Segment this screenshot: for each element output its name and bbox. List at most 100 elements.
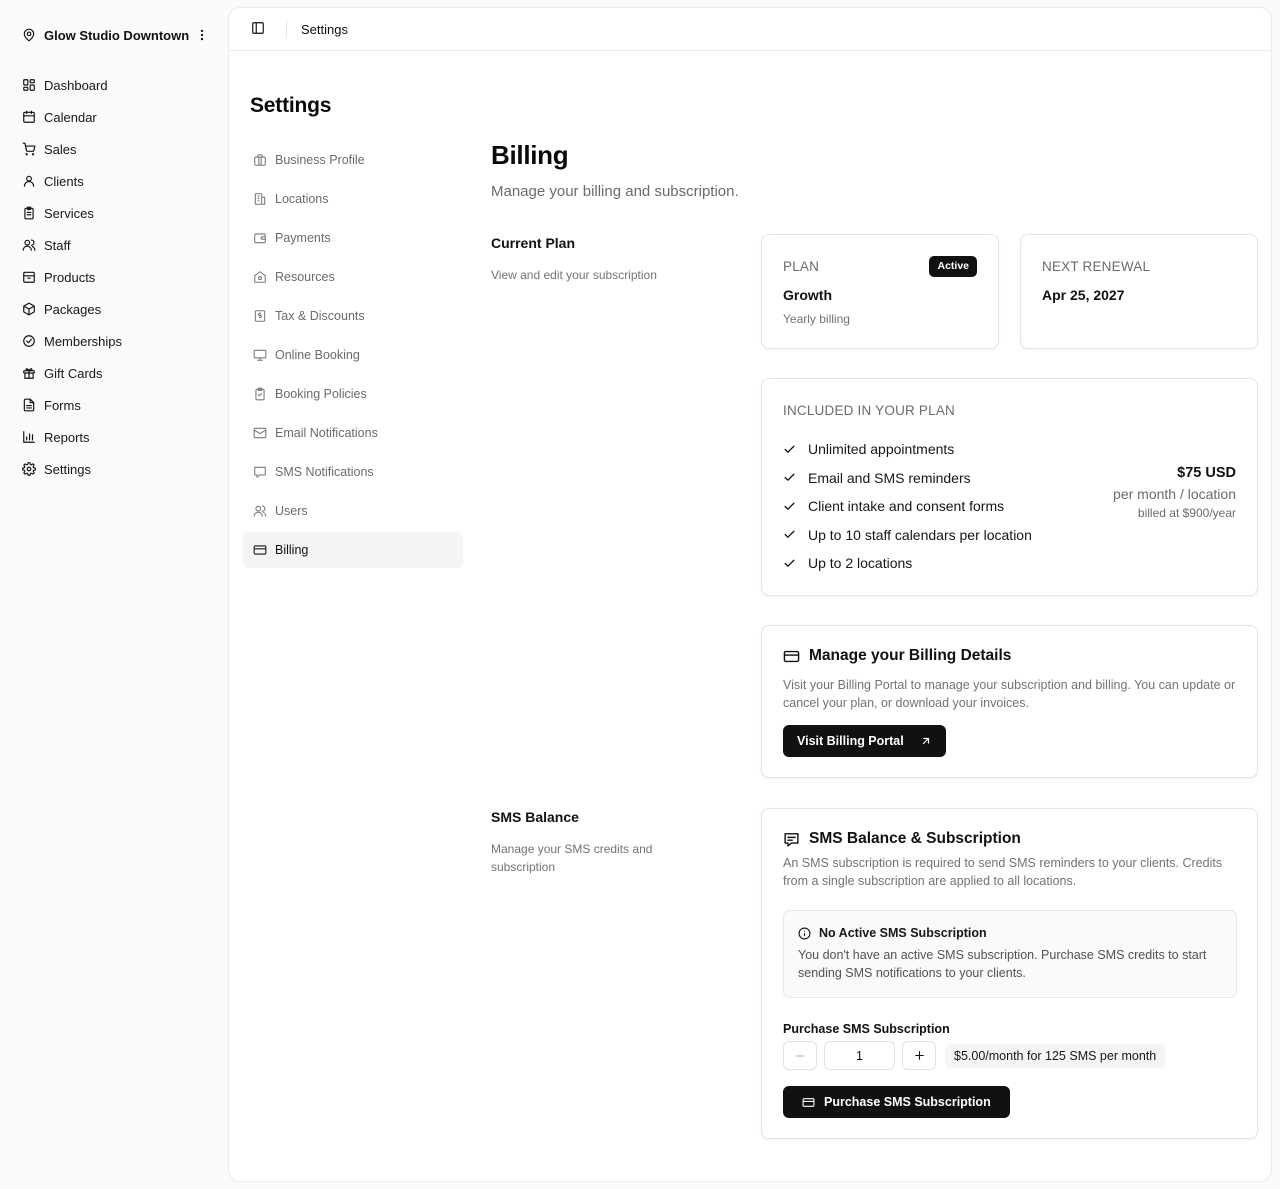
feature-item: Client intake and consent forms xyxy=(783,492,1032,521)
feature-item: Email and SMS reminders xyxy=(783,464,1032,493)
nav-item-clients[interactable]: Clients xyxy=(12,165,216,197)
plan-caption: PLAN xyxy=(783,259,820,274)
included-card: INCLUDED IN YOUR PLAN Unlimited appointm… xyxy=(761,378,1258,596)
purchase-sms-button[interactable]: Purchase SMS Subscription xyxy=(783,1086,1010,1118)
settings-item-label: Online Booking xyxy=(275,348,360,362)
check-icon xyxy=(784,473,795,482)
nav-item-label: Reports xyxy=(44,429,90,445)
divider xyxy=(286,21,287,37)
map-pin-icon xyxy=(23,28,35,42)
settings-item-tax-discounts[interactable]: Tax & Discounts xyxy=(243,298,463,334)
gift-icon xyxy=(23,368,35,379)
sms-rate-badge: $5.00/month for 125 SMS per month xyxy=(945,1043,1166,1068)
nav-item-label: Clients xyxy=(44,173,84,189)
sidebar-toggle-icon[interactable] xyxy=(251,21,267,37)
building-icon xyxy=(254,193,266,205)
settings-item-business-profile[interactable]: Business Profile xyxy=(243,142,463,178)
settings-item-label: Booking Policies xyxy=(275,387,367,401)
billing-portal-header: Manage your Billing Details xyxy=(783,647,1011,665)
renewal-date: Apr 25, 2027 xyxy=(1042,287,1125,303)
notice-header: No Active SMS Subscription xyxy=(798,926,1222,940)
notice-desc: You don't have an active SMS subscriptio… xyxy=(798,948,1207,980)
nav-item-memberships[interactable]: Memberships xyxy=(12,325,216,357)
wallet-icon xyxy=(254,233,266,244)
nav-item-packages[interactable]: Packages xyxy=(12,293,216,325)
breadcrumb: Settings xyxy=(301,21,348,37)
plus-icon xyxy=(914,1051,924,1060)
nav-item-calendar[interactable]: Calendar xyxy=(12,101,216,133)
users-icon xyxy=(253,505,267,517)
user-icon xyxy=(23,175,35,187)
nav-item-products[interactable]: Products xyxy=(12,261,216,293)
nav-item-gift-cards[interactable]: Gift Cards xyxy=(12,357,216,389)
file-text-icon xyxy=(23,398,35,412)
package-icon xyxy=(23,302,35,316)
feature-item: Unlimited appointments xyxy=(783,435,1032,464)
renewal-caption: NEXT RENEWAL xyxy=(1042,259,1151,274)
settings-item-sms-notifications[interactable]: SMS Notifications xyxy=(243,454,463,490)
info-icon xyxy=(798,927,811,939)
nav-item-dashboard[interactable]: Dashboard xyxy=(12,69,216,101)
app-sidebar: Glow Studio Downtown Dashboard Calendar … xyxy=(0,0,228,1189)
settings-item-label: Users xyxy=(275,504,308,518)
renewal-card: NEXT RENEWAL Apr 25, 2027 xyxy=(1020,234,1258,349)
settings-item-label: Payments xyxy=(275,231,331,245)
sms-card-header: SMS Balance & Subscription xyxy=(783,830,1021,848)
sms-card-desc: An SMS subscription is required to send … xyxy=(783,856,1223,888)
main-nav: Dashboard Calendar Sales Clients Service… xyxy=(12,69,216,485)
price-billed: billed at $900/year xyxy=(1137,506,1236,520)
quantity-stepper: $5.00/month for 125 SMS per month xyxy=(783,1041,1166,1070)
check-icon xyxy=(784,445,795,453)
settings-item-billing[interactable]: Billing xyxy=(243,532,463,568)
mail-icon xyxy=(253,427,267,439)
feature-label: Client intake and consent forms xyxy=(808,498,1005,515)
check-icon xyxy=(784,559,795,567)
topbar: Settings xyxy=(229,8,1271,51)
feature-label: Up to 10 staff calendars per location xyxy=(808,526,1032,543)
archive-icon xyxy=(23,271,35,283)
nav-item-reports[interactable]: Reports xyxy=(12,421,216,453)
page-title: Billing xyxy=(491,140,569,170)
nav-item-forms[interactable]: Forms xyxy=(12,389,216,421)
nav-item-label: Dashboard xyxy=(44,77,108,93)
arrow-up-right-icon xyxy=(922,737,929,745)
receipt-icon xyxy=(254,310,266,322)
settings-item-booking-policies[interactable]: Booking Policies xyxy=(243,376,463,412)
feature-label: Up to 2 locations xyxy=(808,555,913,572)
settings-item-resources[interactable]: Resources xyxy=(243,259,463,295)
nav-item-services[interactable]: Services xyxy=(12,197,216,229)
clipboard-icon xyxy=(24,206,34,220)
nav-item-sales[interactable]: Sales xyxy=(12,133,216,165)
settings-item-online-booking[interactable]: Online Booking xyxy=(243,337,463,373)
visit-billing-portal-button[interactable]: Visit Billing Portal xyxy=(783,725,946,757)
settings-item-label: Business Profile xyxy=(275,153,365,167)
nav-item-label: Products xyxy=(44,269,96,285)
location-switcher[interactable]: Glow Studio Downtown xyxy=(12,22,216,48)
notice-title: No Active SMS Subscription xyxy=(819,926,987,940)
included-caption: INCLUDED IN YOUR PLAN xyxy=(783,403,955,418)
nav-item-settings[interactable]: Settings xyxy=(12,453,216,485)
current-plan-title: Current Plan xyxy=(491,235,576,251)
quantity-input[interactable] xyxy=(824,1041,895,1070)
dashboard-icon xyxy=(23,79,35,91)
settings-item-email-notifications[interactable]: Email Notifications xyxy=(243,415,463,451)
increment-button[interactable] xyxy=(902,1041,936,1070)
message-square-text-icon xyxy=(784,832,799,847)
nav-item-staff[interactable]: Staff xyxy=(12,229,216,261)
message-icon xyxy=(254,466,266,478)
users-icon xyxy=(22,239,36,251)
billing-portal-card: Manage your Billing Details Visit your B… xyxy=(761,625,1258,778)
decrement-button[interactable] xyxy=(783,1041,817,1070)
more-vertical-icon[interactable] xyxy=(194,27,210,43)
nav-item-label: Sales xyxy=(44,141,77,157)
status-badge: Active xyxy=(929,256,977,277)
settings-item-label: Resources xyxy=(275,270,335,284)
monitor-icon xyxy=(253,349,267,361)
feature-label: Unlimited appointments xyxy=(808,441,955,458)
nav-item-label: Packages xyxy=(44,301,102,317)
billing-portal-desc: Visit your Billing Portal to manage your… xyxy=(783,678,1236,710)
settings-item-users[interactable]: Users xyxy=(243,493,463,529)
settings-item-payments[interactable]: Payments xyxy=(243,220,463,256)
settings-item-locations[interactable]: Locations xyxy=(243,181,463,217)
settings-title: Settings xyxy=(250,94,332,117)
